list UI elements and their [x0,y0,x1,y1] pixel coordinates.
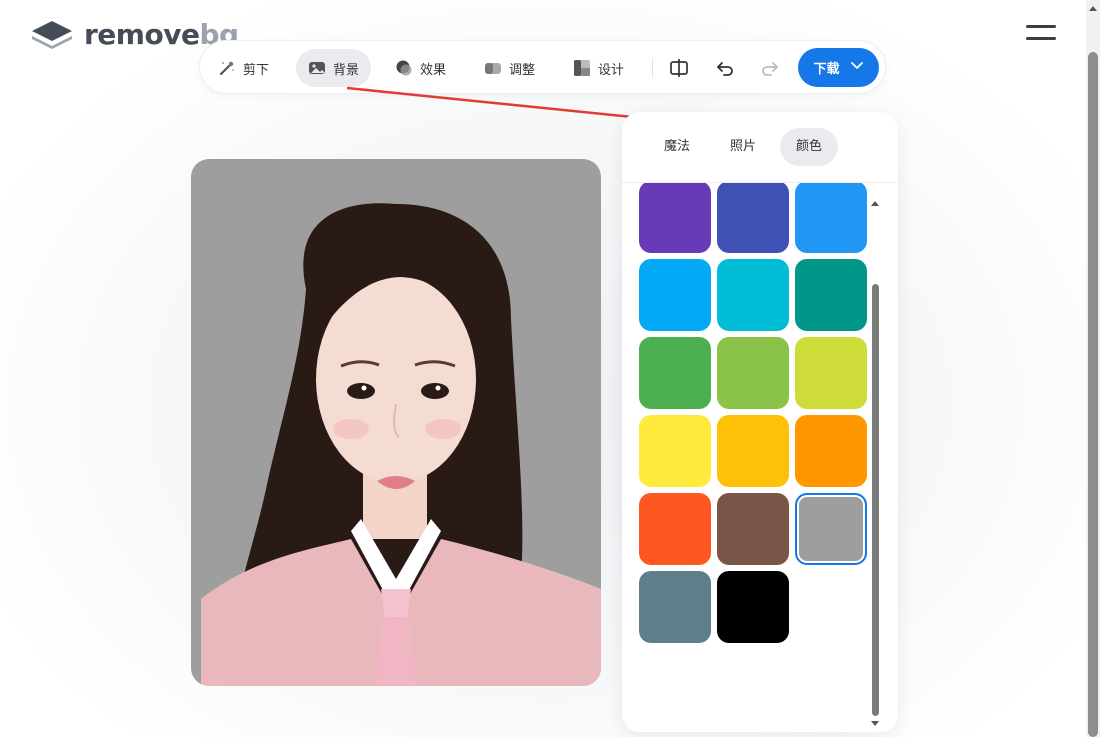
color-swatch[interactable] [717,337,789,409]
color-swatch[interactable] [717,183,789,253]
image-icon [308,59,326,77]
panel-scrollbar[interactable] [872,284,879,716]
page-scrollbar-thumb[interactable] [1088,52,1098,737]
tool-label: 设计 [598,62,625,78]
tool-adjust[interactable]: 调整 [472,49,547,87]
color-swatch[interactable] [639,571,711,643]
tab-color[interactable]: 颜色 [780,128,839,166]
scroll-down-arrow-icon[interactable] [871,721,879,726]
download-button[interactable]: 下载 [798,48,879,87]
toolbar-divider [652,59,653,77]
photo-preview [191,159,601,686]
color-swatch[interactable] [795,259,867,331]
tool-label: 剪下 [243,62,270,78]
tool-label: 效果 [420,62,447,78]
color-swatch[interactable] [717,415,789,487]
color-swatch[interactable] [795,183,867,253]
effect-icon [395,59,413,77]
color-swatch[interactable] [639,183,711,253]
color-swatch[interactable] [717,493,789,565]
color-swatch-grid [622,183,898,732]
color-swatch[interactable] [639,259,711,331]
scroll-up-arrow-icon[interactable] [1089,6,1097,11]
tool-label: 背景 [333,62,360,78]
hamburger-menu-icon[interactable] [1026,25,1056,45]
compare-icon[interactable] [667,56,691,80]
tool-label: 调整 [509,62,536,78]
tool-effects[interactable]: 效果 [383,49,458,87]
color-swatch[interactable] [717,259,789,331]
portrait-image [201,203,601,686]
color-swatch[interactable] [717,571,789,643]
color-swatch[interactable] [639,337,711,409]
color-swatch[interactable] [795,337,867,409]
editor-toolbar: 剪下 背景 效果 调整 设计 下载 [199,40,886,94]
tool-design[interactable]: 设计 [561,49,636,87]
tool-cut[interactable]: 剪下 [206,49,281,87]
adjust-icon [484,59,502,77]
undo-icon[interactable] [713,56,737,80]
scroll-up-arrow-icon[interactable] [871,201,879,206]
design-icon [573,59,591,77]
tab-photo[interactable]: 照片 [714,128,772,166]
download-label: 下载 [813,62,840,77]
tab-magic[interactable]: 魔法 [648,128,706,166]
color-swatch[interactable] [795,415,867,487]
logo-icon [32,20,72,49]
background-panel: 魔法 照片 颜色 [622,112,898,732]
redo-icon[interactable] [758,56,782,80]
color-swatch[interactable] [795,493,867,565]
panel-tabs: 魔法 照片 颜色 [622,112,898,183]
color-swatch[interactable] [639,493,711,565]
tool-background[interactable]: 背景 [296,49,372,87]
color-swatch[interactable] [639,415,711,487]
page-scrollbar[interactable] [1086,0,1100,737]
magic-brush-icon [218,59,236,77]
chevron-down-icon [850,60,864,75]
